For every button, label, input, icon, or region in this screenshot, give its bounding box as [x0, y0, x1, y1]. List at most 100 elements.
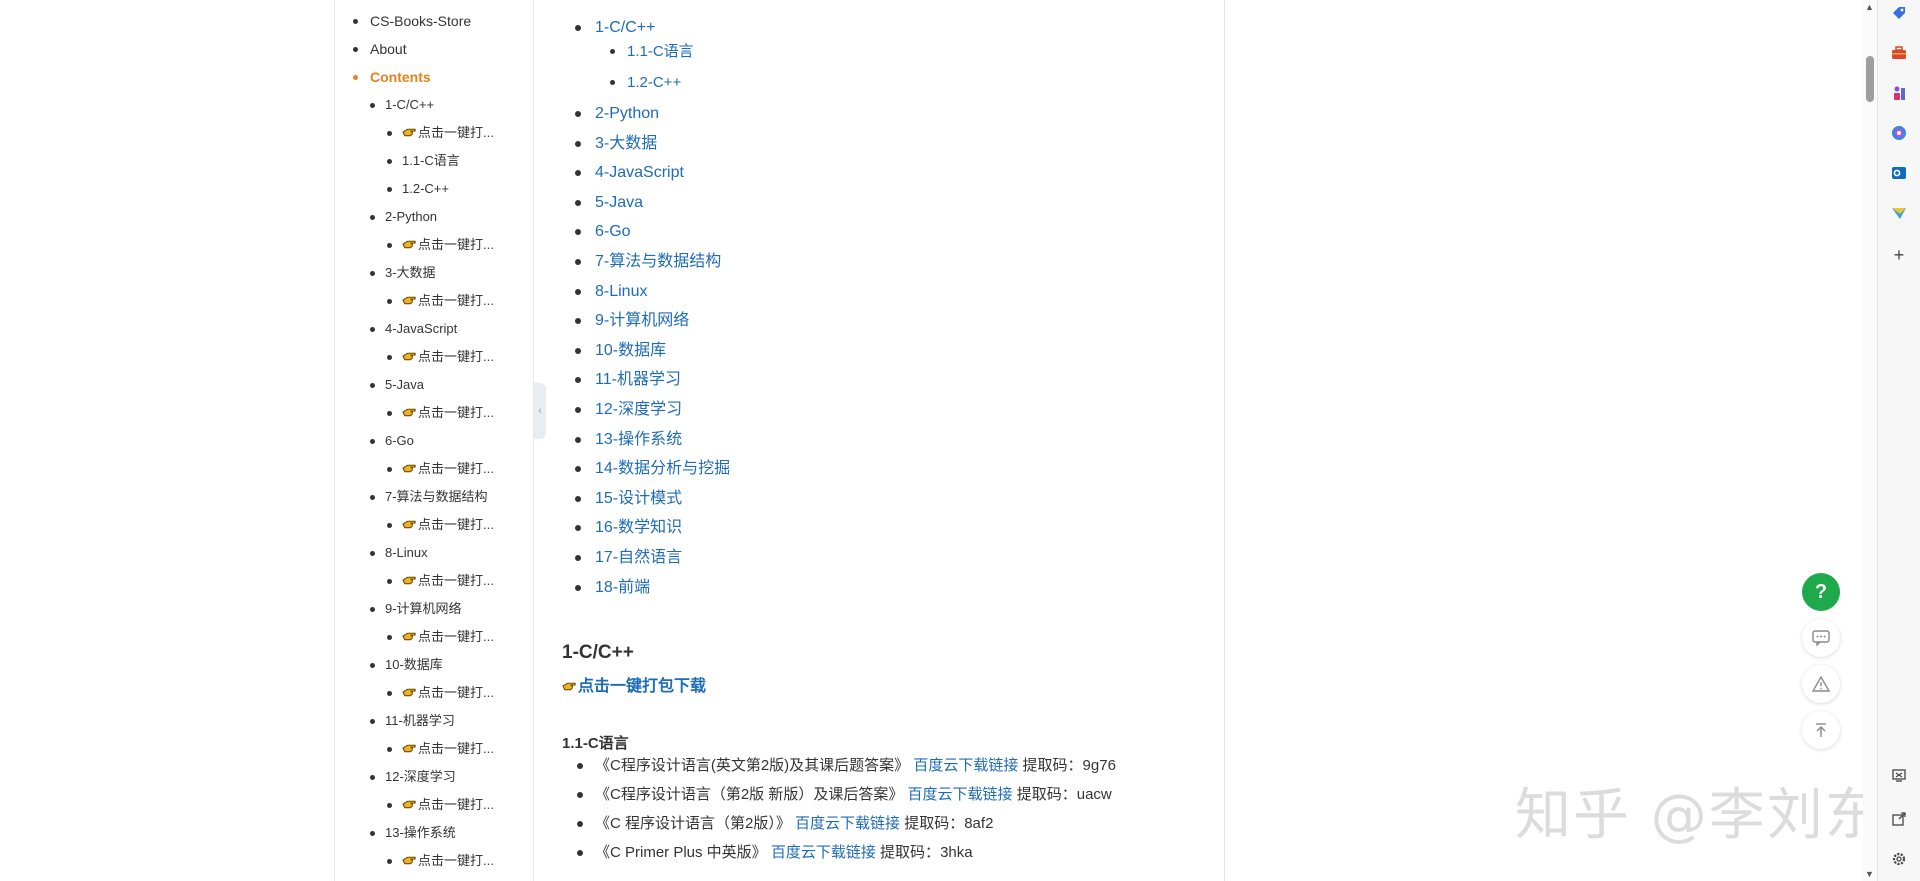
outlook-icon[interactable] — [1890, 164, 1908, 182]
content-toc-link[interactable]: 3-大数据 — [574, 134, 657, 154]
content-toc-link[interactable]: 16-数学知识 — [574, 518, 682, 538]
hand-pointing-icon — [402, 856, 416, 865]
sidebar-item[interactable]: 5-Java — [369, 376, 424, 394]
content-toc-link[interactable]: 13-操作系统 — [574, 430, 682, 450]
hand-pointing-icon — [402, 408, 416, 417]
sidebar-item-label: 10-数据库 — [385, 657, 443, 672]
subsection-heading: 1.1-C语言 — [562, 735, 629, 752]
extract-code-label: 提取码： — [880, 844, 941, 861]
sidebar-item-download[interactable]: 点击一键打... — [387, 684, 494, 702]
baidu-download-link[interactable]: 百度云下载链接 — [908, 786, 1013, 803]
content-toc-link[interactable]: 5-Java — [574, 193, 643, 213]
sidebar-item-download[interactable]: 点击一键打... — [387, 124, 494, 142]
content-toc-link[interactable]: 1.2-C++ — [609, 73, 681, 93]
sidebar-item-label: 2-Python — [385, 209, 438, 224]
hand-pointing-icon — [402, 240, 416, 249]
sidebar-item-label: 点击一键打... — [418, 685, 494, 700]
sidebar-item[interactable]: Contents — [353, 68, 431, 86]
sidebar-item-label: 点击一键打... — [418, 349, 494, 364]
content-toc-link[interactable]: 7-算法与数据结构 — [574, 252, 721, 272]
baidu-download-link[interactable]: 百度云下载链接 — [913, 757, 1018, 774]
pack-download-link[interactable]: 点击一键打包下载 — [562, 672, 706, 696]
open-external-icon[interactable] — [1890, 810, 1908, 828]
report-button[interactable] — [1802, 665, 1840, 703]
sidebar-item[interactable]: 8-Linux — [370, 544, 428, 562]
scroll-up-arrow-icon[interactable]: ▲ — [1865, 2, 1874, 12]
sidebar-item[interactable]: About — [353, 40, 407, 58]
extract-code: 3hka — [940, 844, 973, 861]
help-button[interactable]: ? — [1802, 573, 1840, 611]
hand-pointing-icon — [402, 296, 416, 305]
extract-code-label: 提取码： — [1022, 757, 1083, 774]
sidebar-item[interactable]: 1.1-C语言 — [387, 152, 460, 170]
tag-icon[interactable] — [1890, 4, 1908, 22]
sidebar-item-download[interactable]: 点击一键打... — [387, 740, 494, 758]
hand-pointing-icon — [402, 744, 416, 753]
sidebar-item-download[interactable]: 点击一键打... — [387, 348, 494, 366]
sidebar-item-download[interactable]: 点击一键打... — [387, 852, 494, 870]
sidebar-item-download[interactable]: 点击一键打... — [387, 628, 494, 646]
comment-button[interactable] — [1802, 619, 1840, 657]
baidu-download-link[interactable]: 百度云下载链接 — [771, 844, 876, 861]
sidebar-item[interactable]: 9-计算机网络 — [370, 600, 462, 618]
hand-pointing-icon — [402, 464, 416, 473]
sidebar-item-download[interactable]: 点击一键打... — [387, 236, 494, 254]
sidebar-item-label: 点击一键打... — [418, 517, 494, 532]
sidebar-item-download[interactable]: 点击一键打... — [387, 796, 494, 814]
content-toc-link[interactable]: 2-Python — [574, 104, 659, 124]
content-toc-link[interactable]: 14-数据分析与挖掘 — [574, 459, 730, 479]
sidebar-item-label: 点击一键打... — [418, 125, 494, 140]
content-toc-link[interactable]: 15-设计模式 — [574, 489, 682, 509]
content-toc-link[interactable]: 11-机器学习 — [575, 370, 681, 390]
content-toc-link[interactable]: 8-Linux — [574, 282, 647, 302]
sidebar-item[interactable]: 2-Python — [369, 208, 438, 226]
games-icon[interactable] — [1890, 84, 1908, 102]
toolbox-icon[interactable] — [1890, 44, 1908, 62]
sidebar-item-label: Contents — [370, 69, 431, 85]
scroll-down-arrow-icon[interactable]: ▼ — [1865, 869, 1874, 879]
sidebar-item-label: 点击一键打... — [418, 405, 494, 420]
sidebar-item[interactable]: 1.2-C++ — [387, 180, 449, 198]
sidebar-item-label: 点击一键打... — [418, 237, 494, 252]
copilot-icon[interactable] — [1890, 124, 1908, 142]
sidebar-item-download[interactable]: 点击一键打... — [387, 516, 494, 534]
content-toc-link[interactable]: 18-前端 — [574, 578, 650, 598]
sidebar-item[interactable]: 4-JavaScript — [369, 320, 457, 338]
sidebar-item[interactable]: 10-数据库 — [370, 656, 443, 674]
settings-gear-icon[interactable] — [1890, 850, 1908, 868]
send-icon[interactable] — [1890, 204, 1908, 222]
sidebar-item[interactable]: 11-机器学习 — [370, 712, 455, 730]
baidu-download-link[interactable]: 百度云下载链接 — [795, 815, 900, 832]
sidebar-item[interactable]: 13-操作系统 — [370, 824, 456, 842]
content-toc-link[interactable]: 1-C/C++ — [574, 18, 655, 38]
scrollbar-thumb[interactable] — [1866, 56, 1874, 102]
page-scrollbar[interactable]: ▲ ▼ — [1863, 0, 1877, 881]
sidebar-item-label: 点击一键打... — [418, 797, 494, 812]
back-to-top-button[interactable] — [1802, 711, 1840, 749]
hand-pointing-icon — [402, 128, 416, 137]
sidebar-item[interactable]: CS-Books-Store — [352, 12, 471, 30]
extract-code-label: 提取码： — [1016, 786, 1077, 803]
add-icon[interactable]: + — [1890, 245, 1908, 265]
screen-capture-icon[interactable] — [1890, 766, 1908, 784]
sidebar-item[interactable]: 7-算法与数据结构 — [370, 488, 488, 506]
sidebar-item-download[interactable]: 点击一键打... — [387, 292, 494, 310]
sidebar-item[interactable]: 6-Go — [370, 432, 414, 450]
sidebar-item[interactable]: 3-大数据 — [370, 264, 436, 282]
content-toc-link[interactable]: 1.1-C语言 — [610, 42, 694, 62]
sidebar-toc: CS-Books-Store About Contents 1-C/C++ 点击一键打.… — [334, 0, 534, 881]
content-toc-link[interactable]: 6-Go — [575, 222, 631, 242]
content-toc-link[interactable]: 9-计算机网络 — [574, 311, 689, 331]
content-toc-link[interactable]: 12-深度学习 — [574, 400, 682, 420]
sidebar-item-download[interactable]: 点击一键打... — [387, 572, 494, 590]
content-toc-link[interactable]: 10-数据库 — [574, 341, 666, 361]
sidebar-item[interactable]: 12-深度学习 — [370, 768, 456, 786]
sidebar-item-label: 点击一键打... — [418, 741, 494, 756]
sidebar-item[interactable]: 1-C/C++ — [369, 96, 434, 114]
book-list-item: 《C程序设计语言(英文第2版)及其课后题答案》 百度云下载链接 提取码：9g76 — [577, 756, 1116, 776]
content-toc-link[interactable]: 17-自然语言 — [574, 548, 682, 568]
extract-code: 8af2 — [964, 815, 994, 832]
sidebar-item-download[interactable]: 点击一键打... — [387, 404, 494, 422]
content-toc-link[interactable]: 4-JavaScript — [575, 163, 684, 183]
sidebar-item-download[interactable]: 点击一键打... — [387, 460, 494, 478]
